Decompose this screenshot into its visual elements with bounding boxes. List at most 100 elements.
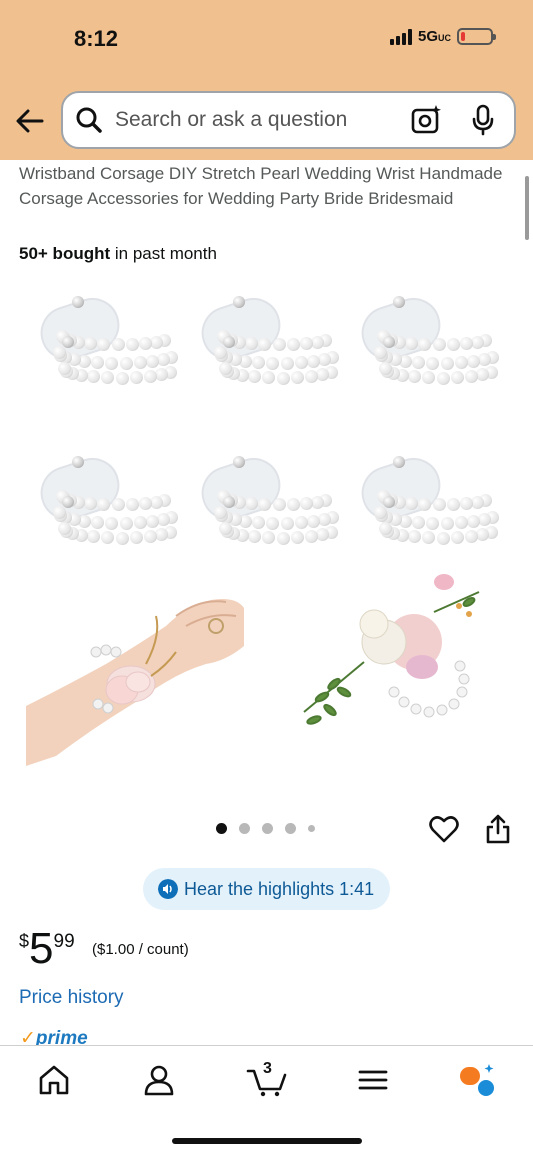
share-icon[interactable] <box>485 813 511 845</box>
pearl <box>286 338 300 352</box>
product-image-gallery[interactable] <box>20 276 515 776</box>
pearl <box>421 371 435 385</box>
pin-head <box>223 496 235 508</box>
pearl <box>248 370 262 384</box>
pearl <box>272 498 286 512</box>
pearl <box>299 337 313 351</box>
hear-highlights-button[interactable]: Hear the highlights 1:41 <box>143 868 390 910</box>
pearl <box>436 531 450 545</box>
pearl <box>426 356 440 370</box>
pearl-bracelet-image <box>32 448 182 568</box>
pearl <box>119 516 133 530</box>
home-icon[interactable] <box>36 1063 72 1097</box>
pearl-bracelet-image <box>32 288 182 408</box>
network-label: 5GUC <box>417 28 451 45</box>
heart-icon[interactable] <box>429 815 459 843</box>
pearl <box>467 514 481 528</box>
pearl <box>307 354 321 368</box>
pearl <box>155 368 169 382</box>
pin-head <box>72 296 84 308</box>
pearl <box>97 498 111 512</box>
rufus-icon[interactable] <box>458 1063 494 1097</box>
pearl <box>426 516 440 530</box>
pearl <box>111 338 125 352</box>
pearl <box>97 338 111 352</box>
pearl <box>316 528 330 542</box>
gallery-dot[interactable] <box>262 823 273 834</box>
pearl <box>294 356 308 370</box>
scrollbar[interactable] <box>525 176 529 240</box>
pearl <box>451 531 465 545</box>
gallery-dot[interactable] <box>216 823 227 834</box>
pearl <box>143 370 157 384</box>
signal-icon <box>389 28 412 45</box>
back-arrow-icon[interactable] <box>14 106 46 136</box>
pearl <box>454 516 468 530</box>
pearl <box>125 338 139 352</box>
pearl <box>115 531 129 545</box>
gallery-dot[interactable] <box>308 825 315 832</box>
status-time: 8:12 <box>74 26 119 51</box>
camera-lens-icon[interactable] <box>410 104 442 136</box>
pearl <box>146 354 160 368</box>
pearl <box>143 530 157 544</box>
pearl <box>412 516 426 530</box>
pearl <box>418 498 432 512</box>
pearl <box>133 356 147 370</box>
search-icon <box>76 107 102 133</box>
pearl <box>261 531 275 545</box>
pearl <box>451 371 465 385</box>
pearl <box>421 531 435 545</box>
cart-button[interactable]: 3 <box>246 1060 288 1097</box>
battery-icon <box>457 28 496 45</box>
pearl <box>464 370 478 384</box>
search-placeholder: Search or ask a question <box>115 108 348 131</box>
bought-count: 50+ bought in past month <box>19 244 217 263</box>
pearl <box>276 371 290 385</box>
home-indicator[interactable] <box>172 1138 362 1144</box>
pearl-bracelet-image <box>353 448 503 568</box>
pearl <box>272 338 286 352</box>
pearl <box>130 531 144 545</box>
pearl <box>52 506 66 519</box>
gallery-dot[interactable] <box>285 823 296 834</box>
pin-head <box>383 336 395 348</box>
gallery-dot[interactable] <box>239 823 250 834</box>
pearl <box>432 498 446 512</box>
status-indicators: 5GUC <box>389 28 496 45</box>
pearl <box>316 368 330 382</box>
pearl <box>446 338 460 352</box>
pearl-bracelet-image <box>193 448 343 568</box>
pearl <box>291 531 305 545</box>
pearl <box>91 356 105 370</box>
product-title[interactable]: Wristband Corsage DIY Stretch Pearl Wedd… <box>19 162 509 211</box>
microphone-icon[interactable] <box>470 104 496 136</box>
price: $ 5 99 <box>19 925 75 973</box>
pin-head <box>233 456 245 468</box>
pin-head <box>62 496 74 508</box>
account-icon[interactable] <box>141 1063 177 1097</box>
price-history-link[interactable]: Price history <box>19 987 124 1009</box>
pearl <box>467 354 481 368</box>
pearl <box>280 516 294 530</box>
pearl <box>100 531 114 545</box>
menu-icon[interactable] <box>355 1063 391 1097</box>
pearl <box>408 370 422 384</box>
price-currency: $ <box>19 931 30 951</box>
pearl <box>266 356 280 370</box>
pearl <box>294 516 308 530</box>
pearl <box>432 338 446 352</box>
pearl-bracelet-image <box>193 288 343 408</box>
search-input[interactable]: Search or ask a question <box>61 91 516 149</box>
pearl <box>125 498 139 512</box>
pearl <box>138 497 152 511</box>
pearl <box>130 371 144 385</box>
pearl <box>213 346 227 359</box>
price-cents: 99 <box>53 931 75 952</box>
prime-badge: ✓prime <box>20 1028 88 1045</box>
pearl <box>476 368 490 382</box>
gallery-pagination[interactable] <box>216 823 315 834</box>
pearl <box>307 514 321 528</box>
app-header: 8:12 5GUC Search or ask a question <box>0 0 533 160</box>
pearl <box>459 497 473 511</box>
